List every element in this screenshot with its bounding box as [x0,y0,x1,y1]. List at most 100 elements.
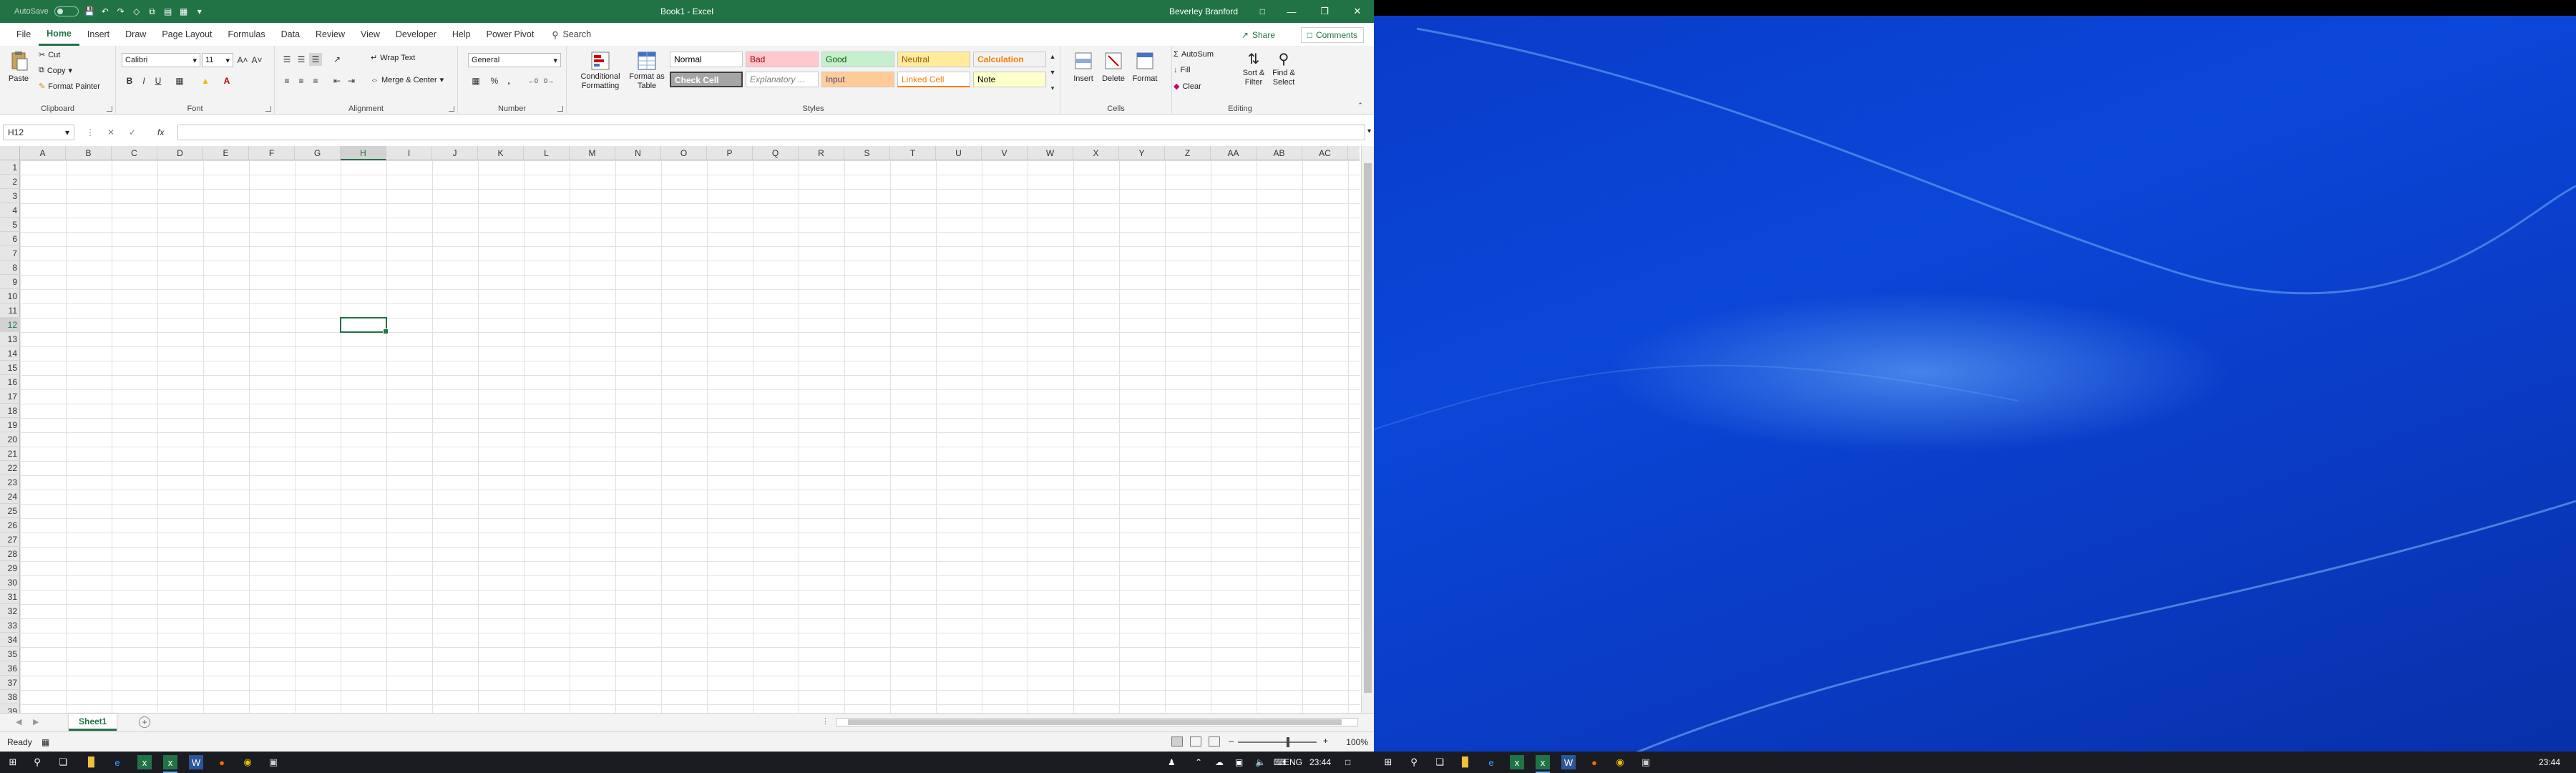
row-header[interactable]: 29 [0,561,20,575]
fill-button[interactable]: ↓ Fill [1174,66,1191,74]
column-header[interactable]: H [341,146,386,160]
row-header[interactable]: 24 [0,490,20,504]
windows-start-icon[interactable]: ⊞ [6,755,20,769]
clock[interactable]: 23:44 [1309,757,1331,767]
row-header[interactable]: 5 [0,218,20,232]
row-header[interactable]: 7 [0,246,20,261]
column-header[interactable]: R [799,146,844,160]
vertical-scroll-thumb[interactable] [1364,163,1372,693]
column-header[interactable]: W [1028,146,1073,160]
sheet-tab[interactable]: Sheet1 [69,714,117,731]
firefox-icon[interactable]: ● [215,755,229,769]
row-header[interactable]: 34 [0,633,20,647]
row-header[interactable]: 10 [0,289,20,303]
cell-style-neutral[interactable]: Neutral [897,52,970,67]
firefox-icon[interactable]: ● [1587,755,1601,769]
row-header[interactable]: 39 [0,704,20,713]
row-header[interactable]: 1 [0,160,20,175]
cell-style-explanatory[interactable]: Explanatory ... [746,72,819,87]
gallery-up-icon[interactable]: ▲ [1046,50,1059,63]
macro-record-icon[interactable]: ▦ [42,737,49,747]
row-header[interactable]: 20 [0,432,20,447]
row-header[interactable]: 8 [0,261,20,275]
cut-button[interactable]: ✂ Cut [39,50,60,60]
zoom-in-icon[interactable]: + [1323,736,1328,746]
row-header[interactable]: 4 [0,203,20,218]
format-as-table-button[interactable]: Format as Table [627,50,667,90]
cell-style-check-cell[interactable]: Check Cell [670,72,743,87]
normal-view-icon[interactable] [1171,736,1183,747]
edge-icon[interactable]: e [1484,755,1498,769]
search-icon[interactable]: ⚲ [30,755,44,769]
number-launcher[interactable] [557,106,563,112]
chrome-icon[interactable]: ◉ [1613,755,1627,769]
tab-file[interactable]: File [9,23,39,46]
column-header[interactable]: Q [753,146,799,160]
select-all-button[interactable] [0,146,20,160]
excel-alt-icon[interactable]: x [137,755,152,769]
align-left-icon[interactable]: ≡ [280,74,293,87]
search-icon[interactable]: ⚲ [1407,755,1421,769]
task-view-icon[interactable]: ❏ [56,755,70,769]
tab-splitter-icon[interactable]: ⋮ [821,716,829,726]
column-header[interactable]: F [249,146,295,160]
column-header[interactable]: K [478,146,524,160]
format-icon[interactable]: ▦ [179,6,189,16]
cell-style-good[interactable]: Good [821,52,894,67]
zoom-slider[interactable] [1238,742,1317,743]
insert-function-button[interactable]: fx [157,127,164,137]
redo-icon[interactable]: ↷ [116,6,126,16]
prev-sheet-icon[interactable]: ◀ [16,717,21,726]
bold-button[interactable]: B [123,74,136,87]
row-header[interactable]: 9 [0,275,20,289]
font-size-select[interactable]: 11 ▾ [202,53,233,67]
photos-icon[interactable]: ▣ [1639,755,1653,769]
column-header[interactable]: AA [1211,146,1257,160]
column-header[interactable]: C [112,146,157,160]
column-header[interactable]: N [615,146,661,160]
comments-button[interactable]: □ Comments [1300,27,1364,43]
cancel-icon[interactable]: ✕ [107,127,114,137]
conditional-formatting-button[interactable]: Conditional Formatting [575,50,625,90]
row-header[interactable]: 21 [0,447,20,461]
merge-center-button[interactable]: ⇔ Merge & Center ▾ [371,75,444,85]
comma-button[interactable]: , [502,74,515,87]
row-header[interactable]: 23 [0,475,20,490]
copy-button[interactable]: ⧉ Copy ▾ [39,66,72,75]
cell-style-bad[interactable]: Bad [746,52,819,67]
font-color-icon[interactable]: A [220,74,233,87]
gallery-down-icon[interactable]: ▼ [1046,66,1059,79]
next-sheet-icon[interactable]: ▶ [33,717,39,726]
share-button[interactable]: ↗ Share [1236,27,1281,43]
collapse-ribbon-icon[interactable]: ⌃ [1354,99,1367,112]
clock[interactable]: 23:44 [2539,757,2560,767]
row-header[interactable]: 32 [0,604,20,618]
currency-icon[interactable]: ▦ [469,74,482,87]
minimize-icon[interactable]: — [1275,0,1308,23]
row-header[interactable]: 36 [0,661,20,676]
row-header[interactable]: 38 [0,690,20,704]
column-header[interactable]: D [157,146,203,160]
alignment-launcher[interactable] [449,106,454,112]
column-header[interactable]: AB [1257,146,1302,160]
word-icon[interactable]: W [1561,755,1576,769]
row-header[interactable]: 37 [0,676,20,690]
name-box[interactable]: H12 ▾ [3,125,74,140]
row-header[interactable]: 30 [0,575,20,590]
row-header[interactable]: 26 [0,518,20,533]
clipboard-launcher[interactable] [107,106,112,112]
tab-data[interactable]: Data [273,23,308,46]
language-indicator[interactable]: ENG [1284,757,1302,767]
row-header[interactable]: 15 [0,361,20,375]
zoom-slider-thumb[interactable] [1287,737,1289,747]
horizontal-scroll-thumb[interactable] [848,719,1342,725]
column-header[interactable]: L [524,146,570,160]
row-header[interactable]: 17 [0,389,20,404]
column-header[interactable]: J [432,146,478,160]
column-header[interactable]: U [936,146,982,160]
increase-indent-icon[interactable]: ⇥ [345,74,358,87]
zoom-level[interactable]: 100% [1346,737,1368,747]
format-cells-button[interactable]: Format [1131,50,1159,83]
delete-cells-button[interactable]: Delete [1101,50,1126,83]
italic-button[interactable]: I [137,74,150,87]
